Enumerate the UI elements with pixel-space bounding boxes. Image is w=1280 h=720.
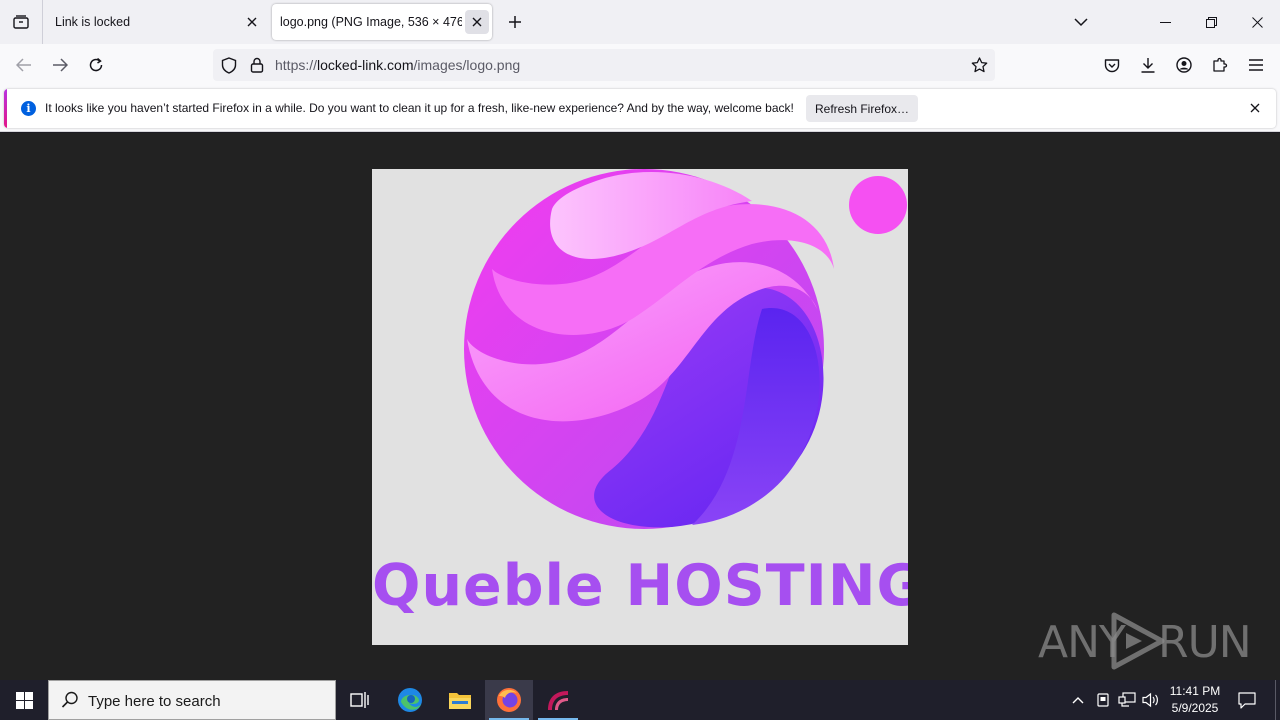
arrow-right-icon (53, 58, 68, 72)
app-menu-button[interactable] (1242, 51, 1270, 79)
reload-icon (89, 57, 103, 72)
lock-icon (250, 57, 264, 73)
hamburger-icon (1249, 59, 1263, 71)
device-icon (1097, 693, 1109, 707)
extensions-button[interactable] (1206, 51, 1234, 79)
tab-strip: Link is locked logo.png (PNG Image, 536 … (0, 0, 1280, 44)
forward-button[interactable] (46, 51, 74, 79)
search-placeholder: Type here to search (88, 693, 221, 710)
windows-taskbar: Type here to search 11:41 PM 5/9/2025 (0, 680, 1280, 720)
site-security-button[interactable] (245, 53, 269, 77)
notification-bar: i It looks like you haven’t started Fire… (0, 86, 1280, 132)
notification-close-button[interactable] (1244, 97, 1266, 119)
url-scheme: https:// (275, 57, 318, 73)
clock-date: 5/9/2025 (1171, 701, 1219, 715)
chevron-down-icon (1074, 18, 1088, 27)
taskbar-app-red[interactable] (534, 680, 582, 720)
close-icon (472, 17, 482, 27)
tab-list-button[interactable] (0, 0, 42, 44)
taskbar-firefox[interactable] (485, 680, 533, 720)
navigation-toolbar: https://locked-link.com/images/logo.png (0, 44, 1280, 86)
edge-icon (398, 688, 422, 712)
task-view-button[interactable] (336, 680, 384, 720)
url-host: locked-link.com (317, 57, 414, 73)
close-window-button[interactable] (1234, 0, 1280, 44)
star-icon (971, 57, 987, 73)
url-text[interactable]: https://locked-link.com/images/logo.png (275, 57, 520, 73)
network-icon (1118, 692, 1136, 707)
info-icon: i (21, 101, 36, 116)
tab-title: Link is locked (55, 15, 131, 29)
tab-link-is-locked[interactable]: Link is locked (43, 0, 269, 44)
back-button[interactable] (10, 51, 38, 79)
plus-icon (509, 16, 521, 28)
account-button[interactable] (1170, 51, 1198, 79)
firefox-icon (497, 688, 521, 712)
taskbar-edge[interactable] (386, 680, 434, 720)
tray-volume[interactable] (1141, 690, 1161, 710)
notification-accent-stripe (4, 89, 7, 128)
tray-network[interactable] (1117, 690, 1137, 710)
restore-button[interactable] (1188, 0, 1234, 44)
windows-logo-icon (15, 691, 33, 709)
tab-title: logo.png (PNG Image, 536 × 476 pixels) (280, 15, 462, 29)
speaker-icon (1142, 692, 1158, 708)
download-icon (1141, 58, 1155, 73)
refresh-firefox-notification: i It looks like you haven’t started Fire… (4, 89, 1276, 128)
show-hidden-icons-button[interactable] (1068, 690, 1088, 710)
tab-close-button[interactable] (465, 10, 489, 34)
notification-icon (1238, 691, 1256, 709)
arrow-left-icon (16, 58, 31, 72)
reload-button[interactable] (82, 51, 110, 79)
minimize-icon (1159, 21, 1171, 23)
list-all-tabs-button[interactable] (1068, 10, 1094, 34)
pocket-icon (1104, 58, 1120, 72)
pocket-button[interactable] (1098, 51, 1126, 79)
address-bar[interactable]: https://locked-link.com/images/logo.png (213, 49, 995, 81)
app-icon (548, 691, 568, 710)
notification-message: It looks like you haven’t started Firefo… (45, 101, 794, 115)
logo-image[interactable]: Queble HOSTING (372, 169, 908, 645)
taskbar-clock[interactable]: 11:41 PM 5/9/2025 (1162, 683, 1228, 717)
bookmark-page-button[interactable] (967, 53, 991, 77)
search-icon (61, 691, 78, 708)
chevron-up-icon (1072, 697, 1084, 704)
tray-meet-now[interactable] (1093, 690, 1113, 710)
close-icon (1250, 103, 1260, 113)
refresh-firefox-button[interactable]: Refresh Firefox… (806, 95, 918, 122)
show-desktop-button[interactable] (1275, 680, 1280, 720)
close-icon (247, 17, 257, 27)
start-button[interactable] (0, 680, 48, 720)
image-viewer: Queble HOSTING ANY RUN (0, 133, 1280, 680)
task-view-icon (350, 692, 369, 708)
tab-list-icon (13, 15, 29, 29)
tab-close-button[interactable] (240, 10, 264, 34)
puzzle-icon (1213, 57, 1228, 72)
tracking-shield-icon (221, 56, 237, 74)
folder-icon (449, 693, 471, 709)
watermark-text-right: RUN (1158, 617, 1252, 668)
tab-logo-png[interactable]: logo.png (PNG Image, 536 × 476 pixels) (272, 4, 492, 40)
clock-time: 11:41 PM (1169, 684, 1221, 698)
action-center-button[interactable] (1234, 688, 1260, 712)
taskbar-search-box[interactable]: Type here to search (48, 680, 336, 720)
taskbar-file-explorer[interactable] (436, 680, 484, 720)
url-path: /images/logo.png (413, 57, 521, 73)
downloads-button[interactable] (1134, 51, 1162, 79)
account-icon (1176, 57, 1192, 73)
restore-icon (1205, 16, 1217, 28)
close-icon (1251, 16, 1263, 28)
new-tab-button[interactable] (502, 10, 528, 34)
minimize-button[interactable] (1142, 0, 1188, 44)
logo-wordmark: Queble HOSTING (372, 553, 908, 619)
tracking-protection-button[interactable] (217, 53, 241, 77)
anyrun-watermark: ANY RUN (1038, 609, 1252, 673)
